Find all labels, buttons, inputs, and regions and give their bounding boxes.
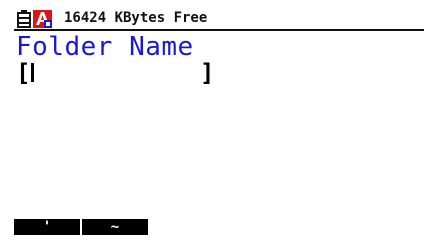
open-bracket: [ [16, 59, 31, 87]
page-title: Folder Name [16, 32, 194, 62]
fkey-tilde[interactable]: ~ [82, 219, 148, 235]
text-cursor [31, 63, 34, 82]
alpha-lock-icon [33, 10, 52, 28]
battery-icon [16, 10, 32, 28]
calculator-screen: 16424 KBytes Free Folder Name [ ] ' ~ [14, 8, 424, 235]
status-bar: 16424 KBytes Free [14, 8, 424, 31]
fkey-apostrophe[interactable]: ' [14, 219, 80, 235]
folder-name-input[interactable]: [ ] [16, 60, 236, 86]
status-divider [14, 29, 424, 31]
free-memory-text: 16424 KBytes Free [64, 10, 208, 26]
close-bracket: ] [200, 59, 215, 87]
function-key-bar: ' ~ [14, 219, 424, 235]
